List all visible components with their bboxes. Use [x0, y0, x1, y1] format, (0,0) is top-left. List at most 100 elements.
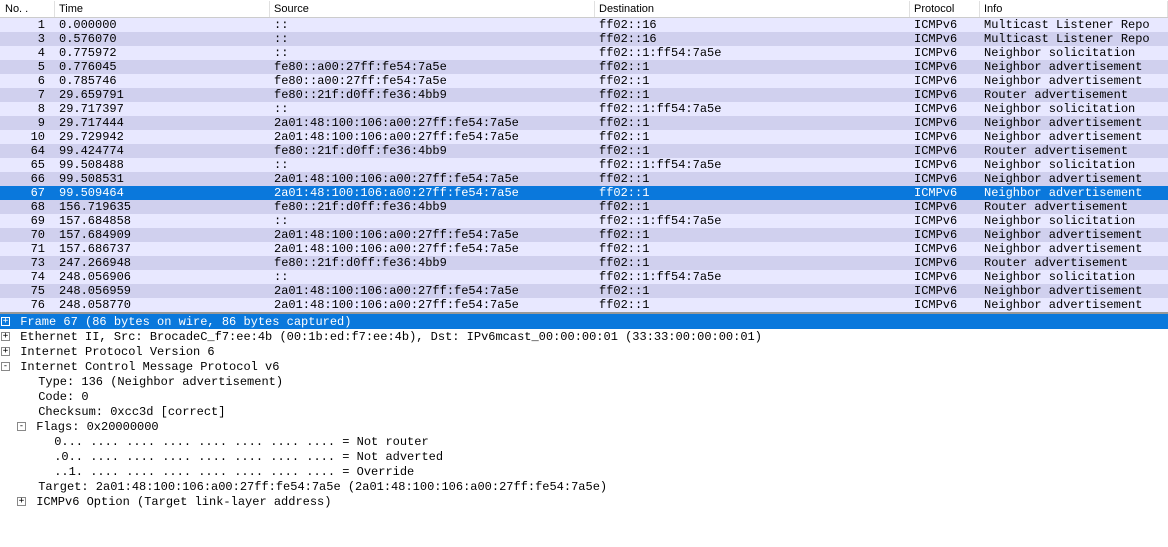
packet-row[interactable]: 929.7174442a01:48:100:106:a00:27ff:fe54:…: [0, 116, 1168, 130]
packet-cell-source: fe80::21f:d0ff:fe36:4bb9: [270, 200, 595, 214]
detail-text: Frame 67 (86 bytes on wire, 86 bytes cap…: [13, 315, 351, 329]
packet-cell-no: 75: [0, 284, 55, 298]
detail-line[interactable]: - Internet Control Message Protocol v6: [0, 359, 1168, 374]
packet-cell-time: 99.508488: [55, 158, 270, 172]
detail-line[interactable]: .0.. .... .... .... .... .... .... .... …: [0, 449, 1168, 464]
packet-cell-time: 29.729942: [55, 130, 270, 144]
expand-icon[interactable]: +: [1, 332, 10, 341]
packet-row[interactable]: 6799.5094642a01:48:100:106:a00:27ff:fe54…: [0, 186, 1168, 200]
packet-row[interactable]: 6699.5085312a01:48:100:106:a00:27ff:fe54…: [0, 172, 1168, 186]
detail-line[interactable]: Code: 0: [0, 389, 1168, 404]
detail-line[interactable]: + Internet Protocol Version 6: [0, 344, 1168, 359]
packet-cell-protocol: ICMPv6: [910, 256, 980, 270]
packet-row[interactable]: 729.659791fe80::21f:d0ff:fe36:4bb9ff02::…: [0, 88, 1168, 102]
packet-cell-info: Router advertisement: [980, 88, 1168, 102]
packet-cell-destination: ff02::1: [595, 186, 910, 200]
packet-cell-source: 2a01:48:100:106:a00:27ff:fe54:7a5e: [270, 186, 595, 200]
packet-cell-time: 156.719635: [55, 200, 270, 214]
packet-cell-info: Neighbor advertisement: [980, 130, 1168, 144]
packet-row[interactable]: 40.775972::ff02::1:ff54:7a5eICMPv6Neighb…: [0, 46, 1168, 60]
detail-line[interactable]: Type: 136 (Neighbor advertisement): [0, 374, 1168, 389]
column-header-info[interactable]: Info: [980, 1, 1168, 17]
packet-cell-source: ::: [270, 18, 595, 32]
column-header-no[interactable]: No. .: [0, 1, 55, 17]
packet-cell-destination: ff02::1: [595, 242, 910, 256]
collapse-icon[interactable]: -: [17, 422, 26, 431]
detail-text: 0... .... .... .... .... .... .... .... …: [47, 435, 429, 449]
packet-cell-info: Neighbor advertisement: [980, 116, 1168, 130]
packet-row[interactable]: 60.785746fe80::a00:27ff:fe54:7a5eff02::1…: [0, 74, 1168, 88]
packet-row[interactable]: 829.717397::ff02::1:ff54:7a5eICMPv6Neigh…: [0, 102, 1168, 116]
packet-cell-destination: ff02::1: [595, 172, 910, 186]
detail-text: Flags: 0x20000000: [29, 420, 159, 434]
detail-line[interactable]: + Frame 67 (86 bytes on wire, 86 bytes c…: [0, 314, 1168, 329]
packet-cell-info: Neighbor solicitation: [980, 46, 1168, 60]
packet-cell-destination: ff02::16: [595, 32, 910, 46]
packet-cell-destination: ff02::1:ff54:7a5e: [595, 46, 910, 60]
packet-row[interactable]: 73247.266948fe80::21f:d0ff:fe36:4bb9ff02…: [0, 256, 1168, 270]
packet-cell-time: 99.424774: [55, 144, 270, 158]
packet-cell-protocol: ICMPv6: [910, 46, 980, 60]
packet-cell-protocol: ICMPv6: [910, 18, 980, 32]
packet-row[interactable]: 74248.056906::ff02::1:ff54:7a5eICMPv6Nei…: [0, 270, 1168, 284]
packet-row[interactable]: 71157.6867372a01:48:100:106:a00:27ff:fe5…: [0, 242, 1168, 256]
packet-cell-no: 76: [0, 298, 55, 312]
packet-cell-destination: ff02::1: [595, 74, 910, 88]
packet-row[interactable]: 68156.719635fe80::21f:d0ff:fe36:4bb9ff02…: [0, 200, 1168, 214]
packet-cell-source: 2a01:48:100:106:a00:27ff:fe54:7a5e: [270, 116, 595, 130]
packet-cell-destination: ff02::16: [595, 18, 910, 32]
packet-cell-time: 29.659791: [55, 88, 270, 102]
column-header-protocol[interactable]: Protocol: [910, 1, 980, 17]
packet-cell-info: Neighbor solicitation: [980, 158, 1168, 172]
packet-cell-protocol: ICMPv6: [910, 284, 980, 298]
packet-cell-no: 65: [0, 158, 55, 172]
detail-line[interactable]: + Ethernet II, Src: BrocadeC_f7:ee:4b (0…: [0, 329, 1168, 344]
expand-icon[interactable]: +: [1, 347, 10, 356]
packet-cell-no: 67: [0, 186, 55, 200]
packet-cell-info: Neighbor advertisement: [980, 186, 1168, 200]
packet-cell-destination: ff02::1: [595, 284, 910, 298]
detail-line[interactable]: + ICMPv6 Option (Target link-layer addre…: [0, 494, 1168, 509]
packet-row[interactable]: 76248.0587702a01:48:100:106:a00:27ff:fe5…: [0, 298, 1168, 312]
packet-cell-info: Router advertisement: [980, 256, 1168, 270]
packet-row[interactable]: 6499.424774fe80::21f:d0ff:fe36:4bb9ff02:…: [0, 144, 1168, 158]
detail-line[interactable]: ..1. .... .... .... .... .... .... .... …: [0, 464, 1168, 479]
packet-cell-time: 157.686737: [55, 242, 270, 256]
expand-icon[interactable]: +: [1, 317, 10, 326]
packet-cell-protocol: ICMPv6: [910, 88, 980, 102]
column-header-time[interactable]: Time: [55, 1, 270, 17]
packet-row[interactable]: 69157.684858::ff02::1:ff54:7a5eICMPv6Nei…: [0, 214, 1168, 228]
packet-cell-time: 0.775972: [55, 46, 270, 60]
packet-cell-destination: ff02::1: [595, 116, 910, 130]
packet-cell-time: 248.056906: [55, 270, 270, 284]
packet-details-pane: + Frame 67 (86 bytes on wire, 86 bytes c…: [0, 314, 1168, 509]
detail-line[interactable]: Target: 2a01:48:100:106:a00:27ff:fe54:7a…: [0, 479, 1168, 494]
detail-line[interactable]: 0... .... .... .... .... .... .... .... …: [0, 434, 1168, 449]
packet-row[interactable]: 70157.6849092a01:48:100:106:a00:27ff:fe5…: [0, 228, 1168, 242]
packet-row[interactable]: 50.776045fe80::a00:27ff:fe54:7a5eff02::1…: [0, 60, 1168, 74]
packet-row[interactable]: 1029.7299422a01:48:100:106:a00:27ff:fe54…: [0, 130, 1168, 144]
packet-cell-source: 2a01:48:100:106:a00:27ff:fe54:7a5e: [270, 172, 595, 186]
packet-row[interactable]: 30.576070::ff02::16ICMPv6Multicast Liste…: [0, 32, 1168, 46]
packet-row[interactable]: 10.000000::ff02::16ICMPv6Multicast Liste…: [0, 18, 1168, 32]
packet-row[interactable]: 6599.508488::ff02::1:ff54:7a5eICMPv6Neig…: [0, 158, 1168, 172]
column-header-destination[interactable]: Destination: [595, 1, 910, 17]
packet-cell-destination: ff02::1:ff54:7a5e: [595, 102, 910, 116]
packet-cell-info: Neighbor advertisement: [980, 298, 1168, 312]
packet-list-pane: No. . Time Source Destination Protocol I…: [0, 0, 1168, 314]
expand-icon[interactable]: +: [17, 497, 26, 506]
packet-cell-info: Neighbor advertisement: [980, 228, 1168, 242]
detail-line[interactable]: Checksum: 0xcc3d [correct]: [0, 404, 1168, 419]
detail-text: Internet Control Message Protocol v6: [13, 360, 279, 374]
packet-cell-time: 0.776045: [55, 60, 270, 74]
packet-cell-time: 248.058770: [55, 298, 270, 312]
packet-row[interactable]: 75248.0569592a01:48:100:106:a00:27ff:fe5…: [0, 284, 1168, 298]
packet-cell-protocol: ICMPv6: [910, 32, 980, 46]
collapse-icon[interactable]: -: [1, 362, 10, 371]
column-header-source[interactable]: Source: [270, 1, 595, 17]
detail-line[interactable]: - Flags: 0x20000000: [0, 419, 1168, 434]
packet-cell-no: 4: [0, 46, 55, 60]
packet-cell-protocol: ICMPv6: [910, 144, 980, 158]
packet-rows-container: 10.000000::ff02::16ICMPv6Multicast Liste…: [0, 18, 1168, 312]
packet-cell-destination: ff02::1: [595, 88, 910, 102]
